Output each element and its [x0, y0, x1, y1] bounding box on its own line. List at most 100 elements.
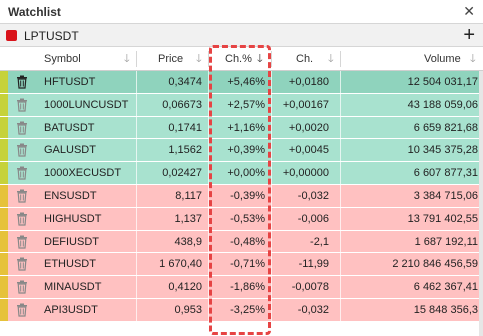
close-icon[interactable]: ✕: [463, 3, 475, 20]
cell-symbol: 1000LUNCUSDT: [44, 98, 129, 111]
table-row[interactable]: HFTUSDT 0,3474 +5,46% +0,0180 12 504 031,17: [0, 71, 483, 94]
cell-symbol: HIGHUSDT: [44, 212, 102, 225]
cell-price: 438,9: [174, 235, 202, 248]
cell-change: -2,1: [310, 235, 329, 248]
trash-icon[interactable]: [16, 212, 28, 226]
cell-change-pct: -3,25%: [230, 304, 265, 316]
window-title: Watchlist: [8, 5, 61, 19]
trash-icon[interactable]: [16, 166, 28, 180]
cell-change-pct: -1,86%: [230, 281, 265, 294]
column-gridline: [208, 207, 209, 230]
column-divider[interactable]: [271, 51, 272, 67]
table-row[interactable]: MINAUSDT 0,4120 -1,86% -0,0078 6 462 367,41: [0, 276, 483, 299]
column-gridline: [271, 276, 272, 298]
column-gridline: [136, 185, 137, 207]
trash-icon[interactable]: [16, 189, 28, 203]
cell-change-pct: +1,16%: [227, 121, 265, 134]
table-row[interactable]: 1000LUNCUSDT 0,06673 +2,57% +0,00167 43 188 …: [0, 93, 483, 117]
cell-change-pct: -0,48%: [230, 235, 265, 248]
column-divider[interactable]: [208, 51, 209, 67]
cell-price: 0,3474: [168, 76, 202, 88]
list-color-swatch: [6, 30, 17, 41]
cell-change: +0,0020: [288, 121, 329, 134]
table-row[interactable]: GALUSDT 1,1562 +0,39% +0,0045 10 345 375,28: [0, 139, 483, 163]
cell-change-pct: +5,46%: [227, 76, 265, 88]
column-divider[interactable]: [136, 51, 137, 67]
sort-arrow-icon[interactable]: 🡓: [118, 47, 130, 71]
table-row[interactable]: BATUSDT 0,1741 +1,16% +0,0020 6 659 821,68: [0, 116, 483, 140]
scrollbar[interactable]: [479, 71, 483, 336]
column-gridline: [136, 71, 137, 93]
column-gridline: [208, 299, 209, 321]
column-gridline: [271, 71, 272, 93]
trash-icon[interactable]: [16, 98, 28, 112]
column-gridline: [340, 207, 341, 230]
sort-arrow-icon[interactable]: 🡓: [190, 47, 202, 71]
column-gridline: [208, 93, 209, 116]
cell-price: 8,117: [175, 190, 202, 202]
column-gridline: [208, 230, 209, 253]
column-gridline: [271, 253, 272, 276]
trash-icon[interactable]: [16, 303, 28, 317]
table-row[interactable]: HIGHUSDT 1,137 -0,53% -0,006 13 791 402,55: [0, 207, 483, 231]
row-marker: [0, 116, 8, 139]
cell-change-pct: -0,53%: [230, 212, 265, 225]
column-gridline: [271, 162, 272, 184]
list-selector[interactable]: LPTUSDT +: [0, 24, 483, 47]
cell-volume: 3 384 715,06: [413, 190, 478, 202]
column-gridline: [271, 139, 272, 162]
cell-symbol: GALUSDT: [44, 144, 96, 157]
cell-volume: 43 188 059,06: [407, 98, 478, 111]
table-row[interactable]: API3USDT 0,953 -3,25% -0,032 15 848 356,3: [0, 299, 483, 322]
column-gridline: [271, 299, 272, 321]
row-marker: [0, 139, 8, 162]
column-header-change[interactable]: Ch.: [296, 47, 313, 71]
column-gridline: [340, 162, 341, 184]
column-header-volume[interactable]: Volume: [424, 47, 461, 71]
cell-price: 1,137: [174, 212, 202, 225]
trash-icon[interactable]: [16, 235, 28, 249]
cell-symbol: HFTUSDT: [44, 76, 96, 88]
sort-arrow-icon[interactable]: 🡓: [322, 47, 334, 71]
column-gridline: [136, 276, 137, 298]
cell-volume: 6 607 877,31: [413, 167, 478, 180]
cell-price: 0,02427: [162, 167, 202, 180]
window-titlebar: Watchlist ✕: [0, 0, 483, 24]
table-row[interactable]: ENSUSDT 8,117 -0,39% -0,032 3 384 715,06: [0, 185, 483, 208]
cell-change: +0,00167: [282, 98, 329, 111]
trash-icon[interactable]: [16, 75, 28, 89]
column-header-change-pct[interactable]: Ch.%: [225, 47, 252, 71]
column-gridline: [136, 230, 137, 253]
row-marker: [0, 253, 8, 276]
column-gridline: [340, 299, 341, 321]
cell-change: -11,99: [298, 258, 329, 271]
cell-symbol: 1000XECUSDT: [44, 167, 122, 180]
trash-icon[interactable]: [16, 257, 28, 271]
cell-symbol: ETHUSDT: [44, 258, 96, 271]
column-gridline: [136, 253, 137, 276]
cell-change: +0,00000: [282, 167, 329, 180]
row-marker: [0, 71, 8, 93]
column-divider[interactable]: [340, 51, 341, 67]
cell-price: 0,1741: [168, 121, 202, 134]
trash-icon[interactable]: [16, 121, 28, 135]
sort-arrow-icon[interactable]: 🡓: [464, 47, 476, 71]
plus-icon[interactable]: +: [463, 24, 475, 46]
table-row[interactable]: ETHUSDT 1 670,40 -0,71% -11,99 2 210 846 456…: [0, 253, 483, 277]
table-row[interactable]: 1000XECUSDT 0,02427 +0,00% +0,00000 6 607 87…: [0, 162, 483, 185]
column-gridline: [208, 116, 209, 139]
column-gridline: [271, 207, 272, 230]
trash-icon[interactable]: [16, 280, 28, 294]
column-gridline: [136, 139, 137, 162]
cell-symbol: API3USDT: [44, 304, 98, 316]
cell-volume: 15 848 356,3: [413, 304, 478, 316]
column-gridline: [271, 93, 272, 116]
cell-symbol: DEFIUSDT: [44, 235, 99, 248]
trash-icon[interactable]: [16, 143, 28, 157]
cell-symbol: MINAUSDT: [44, 281, 102, 294]
column-gridline: [136, 93, 137, 116]
sort-arrow-down-icon[interactable]: 🡓: [251, 47, 263, 71]
table-row[interactable]: DEFIUSDT 438,9 -0,48% -2,1 1 687 192,11: [0, 230, 483, 254]
column-gridline: [271, 185, 272, 207]
column-header-price[interactable]: Price: [158, 47, 183, 71]
